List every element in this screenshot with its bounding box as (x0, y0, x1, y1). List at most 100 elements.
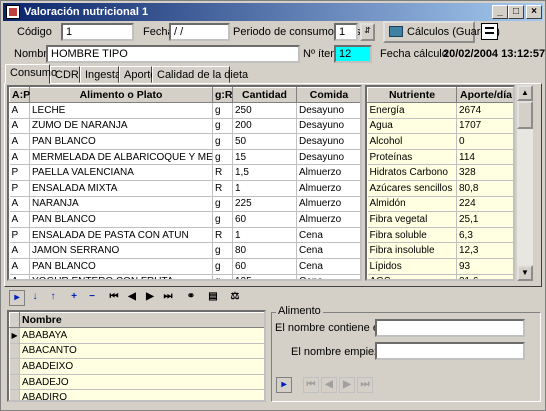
ap-cell[interactable]: A (9, 196, 30, 213)
nutrient-row[interactable]: Proteínas 114 (367, 149, 513, 166)
nutrient-row[interactable]: Almidón 224 (367, 196, 513, 213)
delete-icon[interactable]: ▤ (205, 290, 221, 306)
consumo-row[interactable]: A ZUMO DE NARANJA g 200 Desayuno (9, 118, 360, 135)
consumo-row[interactable]: AYOGUR ENTERO CON FRUTAg125Cena (9, 274, 360, 279)
move-up-icon[interactable]: ↑ (45, 290, 61, 306)
periodo-field[interactable]: 1 (334, 23, 358, 41)
alimento-cell[interactable]: PAELLA VALENCIANA (29, 164, 213, 181)
consumo-row[interactable]: AMERMELADA DE ALBARICOQUE Y MELOCOTÓNg15… (9, 149, 360, 166)
ap-cell[interactable]: P (9, 164, 30, 181)
comida-cell[interactable]: Desayuno (296, 102, 360, 119)
comida-cell[interactable]: Cena (296, 227, 360, 244)
scroll-thumb[interactable] (517, 101, 533, 129)
cantidad-cell[interactable]: 80 (232, 242, 297, 259)
move-down-icon[interactable]: ↓ (27, 290, 43, 306)
close-button[interactable]: × (526, 5, 542, 19)
nombre-cell[interactable]: ABABAYA (19, 327, 264, 344)
nutrient-row[interactable]: AGS21,6 (367, 274, 513, 279)
consumo-row[interactable]: A PAN BLANCO g 60 Almuerzo (9, 211, 360, 228)
scroll-up-icon[interactable]: ▲ (517, 85, 533, 101)
nutrient-row[interactable]: Fibra insoluble 12,3 (367, 242, 513, 259)
comida-cell[interactable]: Cena (296, 258, 360, 275)
nombre-field[interactable]: HOMBRE TIPO (46, 45, 300, 63)
gr-cell[interactable]: R (212, 227, 233, 244)
gr-cell[interactable]: g (212, 133, 233, 150)
consumo-row[interactable]: P PAELLA VALENCIANA R 1,5 Almuerzo (9, 164, 360, 181)
title-bar[interactable]: Valoración nutricional 1 _ □ × (3, 3, 543, 21)
alimento-cell[interactable]: YOGUR ENTERO CON FRUTA (29, 274, 213, 279)
scroll-down-icon[interactable]: ▼ (517, 265, 533, 281)
nutrient-row[interactable]: Agua 1707 (367, 118, 513, 135)
fecha-field[interactable]: / / (169, 23, 230, 41)
nombre-cell[interactable]: ABADIRO (19, 389, 264, 400)
nutrient-row[interactable]: Fibra vegetal 25,1 (367, 211, 513, 228)
alimento-cell[interactable]: LECHE (29, 102, 213, 119)
nutrient-row[interactable]: Energía 2674 (367, 102, 513, 119)
last-icon[interactable]: ⏭ (160, 290, 176, 306)
alimento-cell[interactable]: PAN BLANCO (29, 133, 213, 150)
cantidad-cell[interactable]: 15 (232, 149, 297, 166)
gr-cell[interactable]: g (212, 242, 233, 259)
consumo-row[interactable]: A PAN BLANCO g 50 Desayuno (9, 133, 360, 150)
filter-first-icon[interactable]: ⏮ (303, 377, 319, 393)
gr-cell[interactable]: g (212, 211, 233, 228)
nutrient-row[interactable]: Lípidos 93 (367, 258, 513, 275)
nutrient-row[interactable]: Alcohol 0 (367, 133, 513, 150)
cantidad-cell[interactable]: 50 (232, 133, 297, 150)
periodo-stepper[interactable]: ⇵ (360, 23, 375, 41)
gr-cell[interactable]: g (212, 274, 233, 279)
consumo-row[interactable]: A JAMON SERRANO g 80 Cena (9, 242, 360, 259)
ap-cell[interactable]: A (9, 149, 30, 166)
cantidad-cell[interactable]: 200 (232, 118, 297, 135)
filter-prev-icon[interactable]: ◀ (321, 377, 337, 393)
ap-cell[interactable]: A (9, 258, 30, 275)
nutrient-scrollbar[interactable]: ▲ ▼ (517, 85, 533, 281)
alimento-cell[interactable]: NARANJA (29, 196, 213, 213)
comida-cell[interactable]: Cena (296, 274, 360, 279)
consumo-row[interactable]: A PAN BLANCO g 60 Cena (9, 258, 360, 275)
alimento-cell[interactable]: JAMON SERRANO (29, 242, 213, 259)
comida-cell[interactable]: Almuerzo (296, 211, 360, 228)
tab-ingestas[interactable]: Ingestas (80, 66, 127, 83)
name-list-row[interactable]: ▶ ABABAYA (9, 327, 264, 344)
alimento-cell[interactable]: PAN BLANCO (29, 258, 213, 275)
gr-cell[interactable]: g (212, 118, 233, 135)
alimento-cell[interactable]: MERMELADA DE ALBARICOQUE Y MELOCOTÓN (29, 149, 213, 166)
add-icon[interactable]: + (66, 290, 82, 306)
filter-insert-icon[interactable]: ▸ (276, 377, 292, 393)
alimento-cell[interactable]: ENSALADA DE PASTA CON ATUN (29, 227, 213, 244)
filter-last-icon[interactable]: ⏭ (357, 377, 373, 393)
ap-cell[interactable]: A (9, 118, 30, 135)
consumo-row[interactable]: A LECHE g 250 Desayuno (9, 102, 360, 119)
comida-cell[interactable]: Almuerzo (296, 164, 360, 181)
gr-cell[interactable]: R (212, 164, 233, 181)
nutrient-row[interactable]: Azúcares sencillos 80,8 (367, 180, 513, 197)
gr-cell[interactable]: g (212, 258, 233, 275)
insert-icon[interactable]: ▸ (9, 290, 25, 306)
col-comida[interactable]: Comida (296, 87, 360, 103)
starts-input[interactable] (375, 342, 525, 360)
codigo-field[interactable]: 1 (61, 23, 134, 41)
nutrient-row[interactable]: Hidratos Carbono 328 (367, 164, 513, 181)
nutrient-grid[interactable]: Nutriente Aporte/día Energía 2674 Agua 1707… (365, 85, 515, 281)
cantidad-cell[interactable]: 125 (232, 274, 297, 279)
comida-cell[interactable]: Cena (296, 242, 360, 259)
consumo-row[interactable]: A NARANJA g 225 Almuerzo (9, 196, 360, 213)
ap-cell[interactable]: A (9, 211, 30, 228)
binoculars-icon[interactable]: ⚭ (183, 290, 199, 306)
comida-cell[interactable]: Desayuno (296, 133, 360, 150)
col-aporte[interactable]: Aporte/día (456, 87, 513, 103)
name-list-row[interactable]: ABADEJO (9, 374, 264, 391)
col-alimento[interactable]: Alimento o Plato (29, 87, 213, 103)
calc-button[interactable]: Cálculos (Guardar) (383, 21, 500, 43)
first-icon[interactable]: ⏮ (106, 290, 122, 306)
filter-next-icon[interactable]: ▶ (339, 377, 355, 393)
cantidad-cell[interactable]: 60 (232, 211, 297, 228)
contains-input[interactable] (375, 319, 525, 337)
cantidad-cell[interactable]: 60 (232, 258, 297, 275)
alimento-cell[interactable]: ZUMO DE NARANJA (29, 118, 213, 135)
col-ap[interactable]: A:P (9, 87, 30, 103)
ap-cell[interactable]: A (9, 102, 30, 119)
name-list-row[interactable]: ABACANTO (9, 343, 264, 360)
nutrient-row[interactable]: Fibra soluble 6,3 (367, 227, 513, 244)
